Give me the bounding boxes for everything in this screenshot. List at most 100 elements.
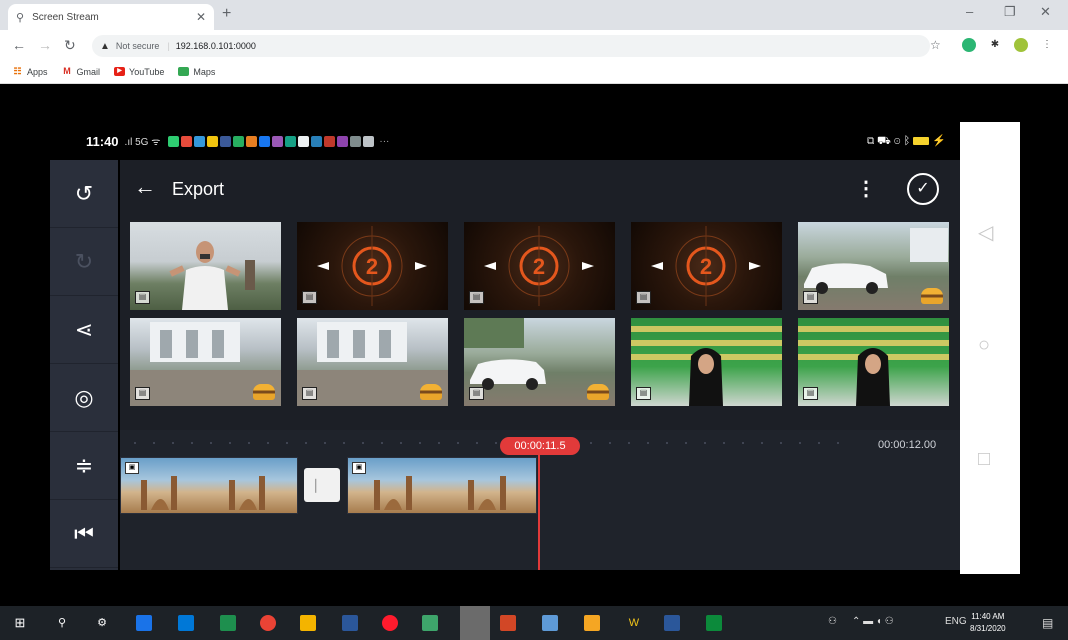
app-icon[interactable] — [178, 615, 194, 631]
skip-to-start-icon[interactable]: ⏮ — [50, 500, 118, 568]
app-icon[interactable]: W — [626, 615, 642, 631]
confirm-export-button[interactable]: ✓ — [907, 173, 939, 205]
ruler-tick — [590, 442, 592, 444]
maps-icon — [178, 67, 190, 76]
ruler-tick — [799, 442, 801, 444]
app-icon[interactable] — [220, 615, 236, 631]
status-icons: ⧉ ⛟ ⊙ ᛒ ⚡ — [867, 135, 946, 147]
media-thumbnail[interactable]: ▤ — [631, 318, 782, 406]
split-icon[interactable]: ≑ — [50, 432, 118, 500]
app-icon[interactable] — [706, 615, 722, 631]
media-thumbnail[interactable]: ▤ — [464, 318, 615, 406]
menu-kebab-icon[interactable]: ⋮ — [1040, 38, 1054, 52]
active-app-icon[interactable] — [460, 606, 490, 640]
status-time: 11:40 — [86, 133, 119, 149]
bookmark-maps[interactable]: Maps — [178, 67, 215, 77]
language-indicator[interactable]: ENG — [945, 616, 967, 627]
playhead-line[interactable] — [538, 454, 540, 570]
puzzle-icon[interactable]: ✱ — [988, 38, 1002, 52]
windows-start-icon[interactable]: ⊞ — [12, 615, 28, 631]
nav-back-icon[interactable]: ◁ — [978, 220, 993, 245]
omnibox[interactable]: ▲ Not secure | 192.168.0.101:0000 — [92, 35, 930, 57]
app-icon[interactable] — [422, 615, 438, 631]
media-thumbnail[interactable]: ▤ — [798, 318, 949, 406]
app-icon[interactable] — [584, 615, 600, 631]
media-thumbnail[interactable]: 2 ▤ — [297, 222, 448, 310]
tray-icons[interactable]: ⌃ ▬ ◖ ⚇ — [852, 616, 894, 627]
media-thumbnail[interactable]: ▤ — [798, 222, 949, 310]
system-clock[interactable]: 11:40 AM 8/31/2020 — [970, 611, 1006, 635]
share-icon[interactable]: ⋖ — [50, 296, 118, 364]
ruler-tick — [191, 442, 193, 444]
powerpoint-icon[interactable] — [500, 615, 516, 631]
reload-icon[interactable]: ↻ — [64, 37, 76, 54]
opera-icon[interactable] — [382, 615, 398, 631]
nav-home-icon[interactable]: ○ — [978, 334, 990, 357]
ruler-tick — [153, 442, 155, 444]
bookmark-apps[interactable]: ☷ Apps — [12, 66, 47, 77]
notification-icon — [311, 135, 323, 147]
chrome-icon[interactable] — [260, 615, 276, 631]
media-thumbnail[interactable]: ▤ — [130, 222, 281, 310]
people-icon[interactable]: ⚇ — [828, 616, 837, 627]
bookmark-youtube[interactable]: ▶ YouTube — [114, 67, 164, 77]
media-thumbnail[interactable]: ▤ — [130, 318, 281, 406]
youtube-icon: ▶ — [114, 67, 126, 76]
extension-icon[interactable] — [962, 38, 976, 52]
person-image — [169, 241, 255, 310]
clip-type-icon: ▤ — [803, 387, 818, 400]
countdown-image: 2 — [484, 226, 594, 306]
record-icon[interactable]: ◎ — [50, 364, 118, 432]
url-text[interactable]: 192.168.0.101:0000 — [176, 41, 256, 51]
app-icon[interactable] — [136, 615, 152, 631]
notification-center-icon[interactable]: ▤ — [1042, 616, 1053, 630]
undo-icon[interactable]: ↺ — [50, 160, 118, 228]
playhead-time[interactable]: 00:00:11.5 — [500, 437, 580, 455]
bookmark-gmail[interactable]: M Gmail — [62, 67, 100, 77]
minimize-icon[interactable]: – — [966, 4, 973, 19]
ruler-tick — [476, 442, 478, 444]
bookmark-star-icon[interactable]: ☆ — [930, 38, 941, 52]
transition-button[interactable]: ⎸ — [304, 468, 340, 502]
browser-tab[interactable]: ⚲ Screen Stream ✕ — [8, 4, 214, 30]
ruler-tick — [267, 442, 269, 444]
profile-avatar[interactable] — [1014, 38, 1028, 52]
clock-time: 11:40 AM — [971, 612, 1005, 621]
forward-icon[interactable]: → — [38, 37, 52, 53]
clip-type-icon: ▤ — [135, 291, 150, 304]
bookmark-label: YouTube — [129, 66, 165, 77]
bookmark-label: Maps — [193, 66, 216, 77]
svg-text:2: 2 — [366, 254, 378, 279]
burger-sticker-icon — [921, 288, 943, 304]
timeline-clip[interactable]: ▣ — [347, 457, 537, 514]
media-thumbnail[interactable]: 2 ▤ — [631, 222, 782, 310]
notification-icon — [259, 135, 271, 147]
ruler-tick — [742, 442, 744, 444]
redo-icon[interactable]: ↻ — [50, 228, 118, 296]
settings-icon[interactable]: ⚙ — [94, 615, 110, 631]
nav-recents-icon[interactable]: □ — [978, 448, 990, 471]
restore-icon[interactable]: ❐ — [1004, 4, 1016, 20]
timeline-clip[interactable]: ▣ — [120, 457, 298, 514]
back-arrow-icon[interactable]: ← — [134, 174, 156, 200]
media-thumbnail[interactable]: 2 ▤ — [464, 222, 615, 310]
media-thumbnail[interactable]: ▤ — [297, 318, 448, 406]
app-icon[interactable] — [342, 615, 358, 631]
clip-type-icon: ▤ — [469, 387, 484, 400]
security-label[interactable]: Not secure — [116, 41, 160, 51]
file-explorer-icon[interactable] — [300, 615, 316, 631]
close-tab-icon[interactable]: ✕ — [196, 10, 206, 24]
ruler-tick — [248, 442, 250, 444]
apps-grid-icon: ☷ — [13, 66, 22, 76]
new-tab-icon[interactable]: + — [222, 5, 231, 23]
search-icon[interactable]: ⚲ — [54, 615, 70, 631]
timeline-panel[interactable]: 00:00:11.5 00:00:12.00 ▣ ⎸ ▣ — [120, 430, 960, 570]
page-title: Export — [172, 179, 225, 199]
ruler-tick — [780, 442, 782, 444]
burger-sticker-icon — [253, 384, 275, 400]
more-options-icon[interactable]: ⋮ — [856, 176, 876, 201]
back-icon[interactable]: ← — [12, 37, 26, 53]
app-icon[interactable] — [542, 615, 558, 631]
close-window-icon[interactable]: ✕ — [1040, 4, 1051, 20]
word-icon[interactable] — [664, 615, 680, 631]
